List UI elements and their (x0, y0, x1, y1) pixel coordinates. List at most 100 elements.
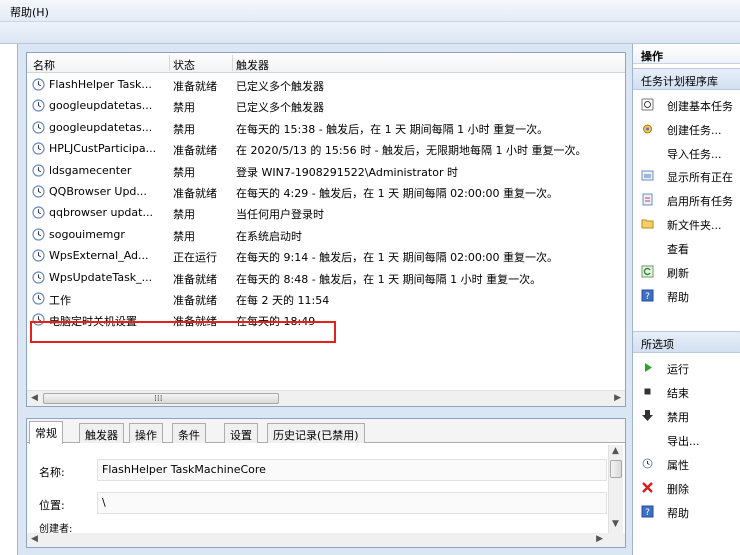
task-name: FlashHelper Task... (49, 78, 152, 91)
action-label: 新文件夹... (667, 219, 722, 232)
scroll-left-arrow-icon[interactable]: ◀ (31, 534, 38, 544)
library-action-show-running[interactable]: 显示所有正在 (633, 165, 740, 187)
selected-action-run[interactable]: 运行 (633, 357, 740, 379)
task-row[interactable]: 工作 准备就绪 在每 2 天的 11:54 (27, 289, 625, 310)
scrollbar-thumb[interactable] (610, 460, 622, 478)
library-action-new-folder[interactable]: 新文件夹... (633, 213, 740, 235)
column-header-trigger[interactable]: 触发器 (236, 57, 269, 73)
section-selected-item[interactable]: 所选项 (633, 331, 740, 353)
highlight-annotation (30, 321, 336, 343)
action-label: 属性 (667, 459, 689, 472)
actions-pane: 操作 任务计划程序库 创建基本任务 创建任务... 导入任务... 显示所有正在 启用所… (632, 44, 740, 555)
svg-text:?: ? (645, 292, 650, 302)
scroll-right-arrow-icon[interactable]: ▶ (614, 393, 621, 403)
clock-icon (32, 206, 45, 219)
task-name: googleupdatetas... (49, 120, 153, 134)
menu-help[interactable]: 帮助(H) (8, 4, 51, 20)
task-name: qqbrowser updat... (49, 206, 153, 220)
task-row[interactable]: FlashHelper Task... 准备就绪 已定义多个触发器 (27, 75, 625, 96)
task-row[interactable]: googleupdatetas... 禁用 已定义多个触发器 (27, 96, 625, 117)
svg-text:?: ? (645, 508, 650, 518)
task-row[interactable]: googleupdatetas... 禁用 在每天的 15:38 - 触发后，在 1… (27, 118, 625, 139)
tab-actions[interactable]: 操作 (129, 423, 163, 443)
detail-horizontal-scrollbar[interactable]: ◀ ▶ (27, 533, 625, 547)
action-label: 导出... (667, 435, 700, 448)
selected-action-export[interactable]: 导出... (633, 429, 740, 451)
task-status: 禁用 (173, 208, 195, 222)
library-action-help[interactable]: ? 帮助 (633, 285, 740, 307)
selected-action-properties[interactable]: 属性 (633, 453, 740, 475)
delete-icon (641, 481, 654, 494)
library-action-create-task[interactable]: 创建任务... (633, 118, 740, 140)
selected-action-help[interactable]: ? 帮助 (633, 501, 740, 523)
task-trigger: 在每天的 15:38 - 触发后，在 1 天 期间每隔 1 小时 重复一次。 (236, 122, 549, 136)
column-divider[interactable] (169, 55, 170, 71)
toolbar (0, 22, 740, 44)
task-status: 准备就绪 (173, 272, 217, 286)
task-rows: FlashHelper Task... 准备就绪 已定义多个触发器 googleupd… (27, 75, 625, 332)
properties-icon (641, 457, 654, 470)
task-trigger: 登录 WIN7-1908291522\Administrator 时 (236, 165, 458, 179)
task-trigger: 在每天的 9:14 - 触发后，在 1 天 期间每隔 02:00:00 重复一次… (236, 251, 559, 265)
task-name: QQBrowser Upd... (49, 184, 147, 198)
action-label: 运行 (667, 363, 689, 376)
name-field[interactable]: FlashHelper TaskMachineCore (97, 459, 607, 481)
task-row[interactable]: WpsUpdateTask_... 准备就绪 在每天的 8:48 - 触发后，在 1… (27, 268, 625, 289)
scrollbar-thumb[interactable]: ⁞⁞⁞ (43, 393, 279, 404)
action-label: 启用所有任务 (667, 195, 733, 208)
scroll-left-arrow-icon[interactable]: ◀ (31, 393, 38, 403)
selected-action-delete[interactable]: 删除 (633, 477, 740, 499)
library-action-enable-all[interactable]: 启用所有任务 (633, 189, 740, 211)
action-label: 创建基本任务 (667, 100, 733, 113)
scroll-up-arrow-icon[interactable]: ▲ (612, 446, 619, 456)
action-label: 禁用 (667, 411, 689, 424)
task-status: 禁用 (173, 101, 195, 115)
column-header-status[interactable]: 状态 (173, 57, 195, 73)
create-basic-task-icon (641, 98, 654, 111)
task-row[interactable]: QQBrowser Upd... 准备就绪 在每天的 4:29 - 触发后，在 1 … (27, 182, 625, 203)
task-list-header: 名称 状态 触发器 (27, 53, 625, 73)
tab-triggers[interactable]: 触发器 (79, 423, 124, 443)
console-tree-pane[interactable] (0, 44, 18, 555)
new-folder-icon (641, 217, 654, 230)
task-row[interactable]: HPLJCustParticipa... 准备就绪 在 2020/5/13 的 15… (27, 139, 625, 160)
scroll-right-arrow-icon[interactable]: ▶ (596, 534, 603, 544)
task-row[interactable]: sogouimemgr 禁用 在系统启动时 (27, 225, 625, 246)
task-row[interactable]: ldsgamecenter 禁用 登录 WIN7-1908291522\Admini… (27, 161, 625, 182)
location-label: 位置: (39, 499, 65, 512)
library-action-create-basic-task[interactable]: 创建基本任务 (633, 94, 740, 116)
library-action-refresh[interactable]: 刷新 (633, 261, 740, 283)
task-name: ldsgamecenter (49, 163, 132, 177)
task-trigger: 已定义多个触发器 (236, 80, 324, 93)
library-action-import-task[interactable]: 导入任务... (633, 142, 740, 164)
action-label: 创建任务... (667, 124, 722, 137)
task-trigger: 在每天的 4:29 - 触发后，在 1 天 期间每隔 02:00:00 重复一次… (236, 186, 559, 200)
task-row[interactable]: qqbrowser updat... 禁用 当任何用户登录时 (27, 203, 625, 224)
task-name: 工作 (49, 293, 71, 307)
task-row[interactable]: WpsExternal_Ad... 正在运行 在每天的 9:14 - 触发后，在 1… (27, 246, 625, 267)
location-field[interactable]: \ (97, 492, 607, 514)
task-list[interactable]: 名称 状态 触发器 FlashHelper Task... 准备就绪 已定义多个触发… (26, 52, 626, 407)
selected-action-end[interactable]: 结束 (633, 381, 740, 403)
scroll-down-arrow-icon[interactable]: ▼ (612, 519, 619, 529)
selected-action-disable[interactable]: 禁用 (633, 405, 740, 427)
clock-icon (32, 292, 45, 305)
tab-general[interactable]: 常规 (29, 421, 63, 444)
horizontal-scrollbar[interactable]: ◀ ⁞⁞⁞ ▶ (27, 390, 625, 406)
tab-settings[interactable]: 设置 (224, 423, 258, 443)
clock-icon (32, 78, 45, 91)
action-label: 帮助 (667, 507, 689, 520)
clock-icon (32, 99, 45, 112)
detail-vertical-scrollbar[interactable]: ▲ ▼ (608, 445, 623, 533)
library-action-view[interactable]: 查看 (633, 237, 740, 259)
task-status: 准备就绪 (173, 293, 217, 307)
tab-history[interactable]: 历史记录(已禁用) (267, 423, 365, 443)
create-task-icon (641, 122, 654, 135)
section-task-library[interactable]: 任务计划程序库 (633, 68, 740, 90)
task-name: WpsExternal_Ad... (49, 249, 149, 263)
clock-icon (32, 249, 45, 262)
column-header-name[interactable]: 名称 (33, 57, 55, 73)
tab-conditions[interactable]: 条件 (172, 423, 206, 443)
show-running-icon (641, 169, 654, 182)
column-divider[interactable] (232, 55, 233, 71)
